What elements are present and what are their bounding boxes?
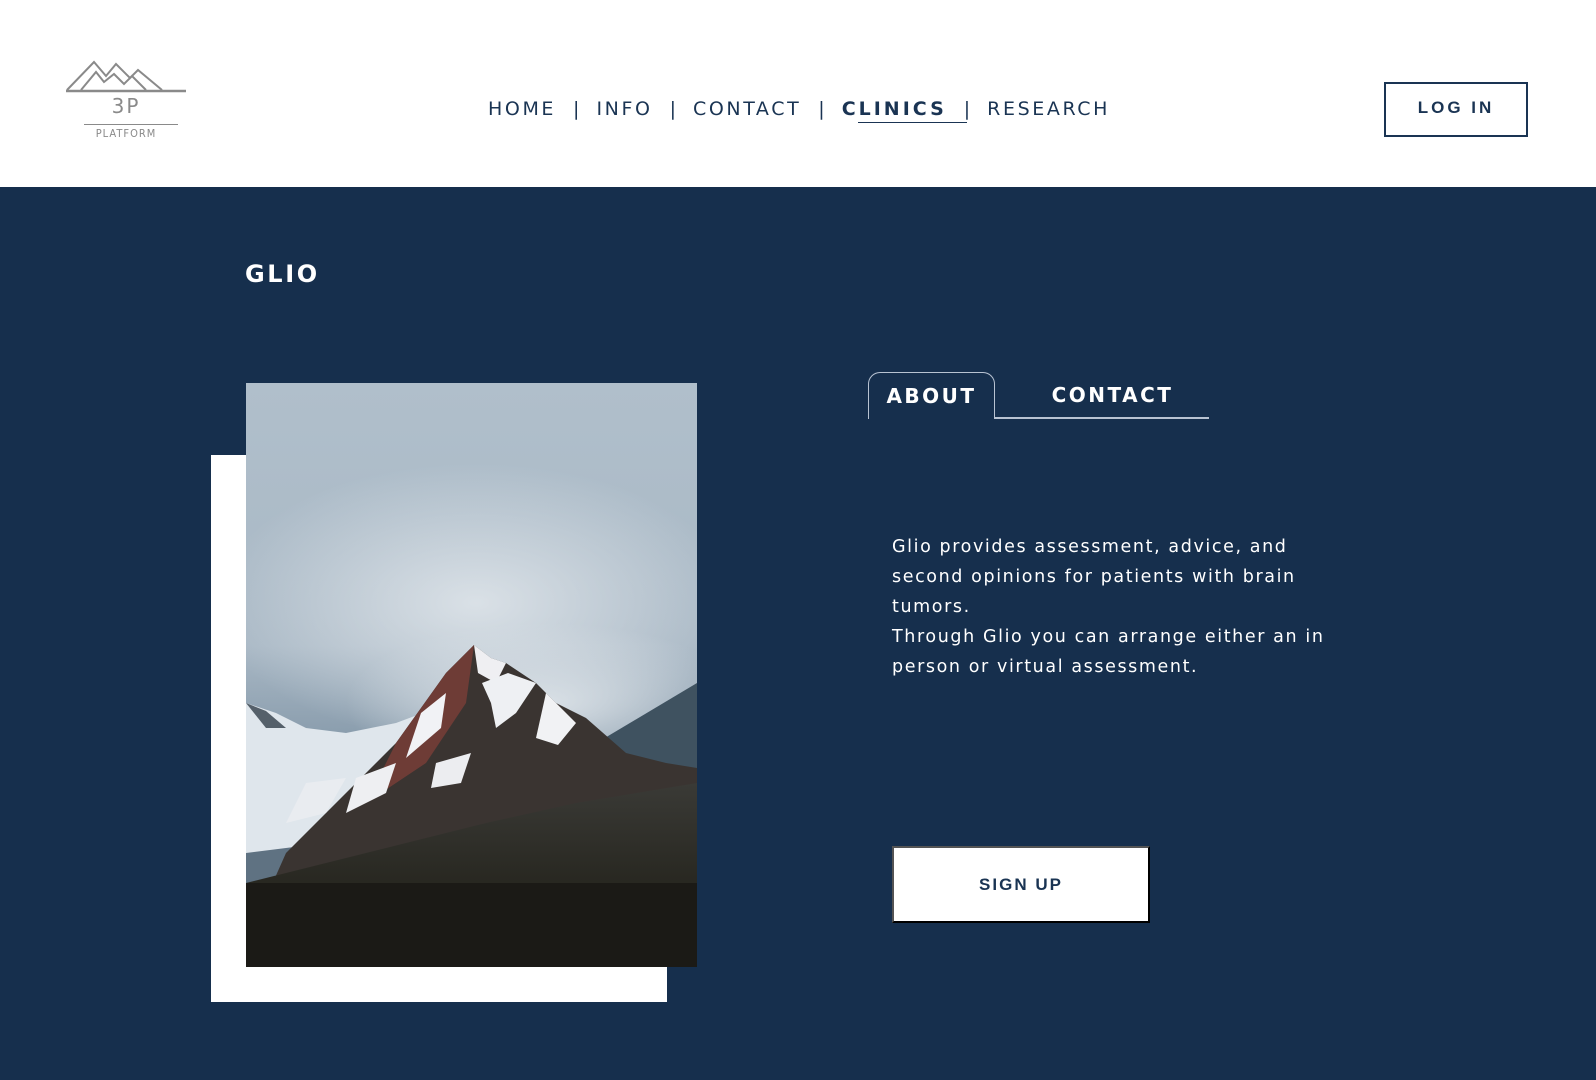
logo-subtitle: PLATFORM [95,127,157,140]
info-tabs: ABOUT CONTACT [868,372,1209,419]
nav-separator: | [669,98,676,120]
description-paragraph: Through Glio you can arrange either an i… [892,627,1325,677]
main-nav: HOME | INFO | CONTACT | CLINICS | RESEAR… [488,96,1110,123]
logo-divider [84,124,178,125]
site-header: 3P PLATFORM HOME | INFO | CONTACT | CLIN… [0,0,1596,187]
mountain-logo-icon [66,60,186,93]
description-paragraph: Glio provides assessment, advice, and se… [892,537,1296,617]
nav-clinics[interactable]: CLINICS [842,98,967,123]
nav-home[interactable]: HOME [488,98,556,120]
tab-underline [994,417,1209,419]
logo-brand: 3P [111,94,141,118]
logo[interactable]: 3P PLATFORM [66,56,190,146]
clinic-section: GLIO ABOUT CONTACT Glio provides assessm… [0,187,1596,1080]
mountain-photo [246,383,697,967]
nav-info[interactable]: INFO [596,98,652,120]
page-title: GLIO [245,260,320,288]
signup-button[interactable]: SIGN UP [892,846,1150,923]
nav-separator: | [818,98,825,120]
nav-separator: | [573,98,580,120]
login-button[interactable]: LOG IN [1384,82,1528,137]
nav-research[interactable]: RESEARCH [987,98,1110,120]
nav-separator: | [963,98,971,120]
tab-contact[interactable]: CONTACT [1020,372,1205,417]
nav-contact[interactable]: CONTACT [693,98,801,120]
tab-about[interactable]: ABOUT [868,372,995,419]
